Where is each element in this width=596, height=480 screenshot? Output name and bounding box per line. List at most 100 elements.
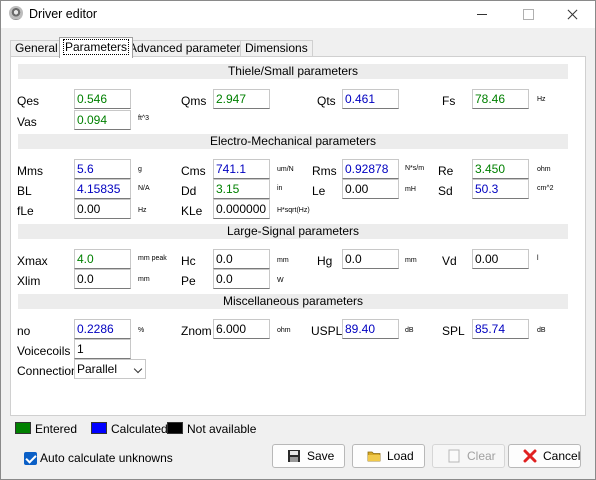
xmax-field[interactable]: 4.0 xyxy=(74,249,131,269)
auto-calculate-checkbox[interactable] xyxy=(24,452,37,465)
label-vd: Vd xyxy=(442,254,457,268)
tab-label: Dimensions xyxy=(245,41,308,55)
close-button[interactable] xyxy=(550,1,596,28)
save-button[interactable]: Save xyxy=(272,444,345,468)
label-pe: Pe xyxy=(181,274,196,288)
tab-advanced-parameters[interactable]: Advanced parameters xyxy=(124,40,252,57)
legend-na-label: Not available xyxy=(187,422,257,436)
unit-vas: ft^3 xyxy=(138,115,150,122)
unit-kle: H*sqrt(Hz) xyxy=(277,207,310,214)
clear-button[interactable]: Clear xyxy=(432,444,505,468)
section-miscellaneous: Miscellaneous parameters xyxy=(18,294,568,309)
title-bar: Driver editor xyxy=(1,1,595,28)
uspl-field[interactable]: 89.40 xyxy=(342,319,399,339)
red-x-icon xyxy=(523,449,537,463)
qts-field[interactable]: 0.461 xyxy=(342,89,399,109)
unit-re: ohm xyxy=(537,166,551,173)
unit-mms: g xyxy=(138,166,142,173)
sd-field[interactable]: 50.3 xyxy=(472,179,529,199)
label-fle: fLe xyxy=(17,204,34,218)
maximize-button[interactable] xyxy=(505,1,551,28)
section-thiele-small: Thiele/Small parameters xyxy=(18,64,568,79)
window-title: Driver editor xyxy=(29,7,98,21)
label-qts: Qts xyxy=(317,94,336,108)
unit-xmax: mm peak xyxy=(138,255,167,262)
voicecoils-field[interactable]: 1 xyxy=(74,339,131,359)
mms-field[interactable]: 5.6 xyxy=(74,159,131,179)
tab-label: Parameters xyxy=(62,39,130,55)
unit-bl: N/A xyxy=(138,185,150,192)
label-vas: Vas xyxy=(17,115,37,129)
legend-entered-swatch xyxy=(15,422,31,434)
label-voicecoils: Voicecoils xyxy=(17,344,71,358)
vas-field[interactable]: 0.094 xyxy=(74,110,131,130)
tab-label: Advanced parameters xyxy=(129,41,247,55)
unit-no: % xyxy=(138,327,145,334)
spl-field[interactable]: 85.74 xyxy=(472,319,529,339)
pe-field[interactable]: 0.0 xyxy=(213,269,270,289)
le-field[interactable]: 0.00 xyxy=(342,179,399,199)
folder-icon xyxy=(367,451,381,462)
label-mms: Mms xyxy=(17,164,43,178)
legend-calculated-label: Calculated xyxy=(111,422,168,436)
unit-vd: l xyxy=(537,255,539,262)
re-field[interactable]: 3.450 xyxy=(472,159,529,179)
label-bl: BL xyxy=(17,184,32,198)
cancel-button-label: Cancel xyxy=(543,449,581,463)
connection-value: Parallel xyxy=(77,362,118,376)
kle-field[interactable]: 0.000000 xyxy=(213,199,270,219)
tab-dimensions[interactable]: Dimensions xyxy=(240,40,313,57)
qms-field[interactable]: 2.947 xyxy=(213,89,270,109)
minimize-button[interactable] xyxy=(459,1,505,28)
label-spl: SPL xyxy=(442,324,465,338)
label-qms: Qms xyxy=(181,94,207,108)
unit-spl: dB xyxy=(537,327,546,334)
hg-field[interactable]: 0.0 xyxy=(342,249,399,269)
hc-field[interactable]: 0.0 xyxy=(213,249,270,269)
tab-general[interactable]: General xyxy=(10,40,63,57)
unit-xlim: mm xyxy=(138,276,150,283)
label-qes: Qes xyxy=(17,94,40,108)
znom-field[interactable]: 6.000 xyxy=(213,319,270,339)
label-fs: Fs xyxy=(442,94,456,108)
label-re: Re xyxy=(438,164,454,178)
label-znom: Znom xyxy=(181,324,212,338)
fs-field[interactable]: 78.46 xyxy=(472,89,529,109)
label-cms: Cms xyxy=(181,164,206,178)
label-connection: Connection xyxy=(17,364,78,378)
connection-select[interactable]: Parallel xyxy=(74,359,146,379)
label-no: no xyxy=(17,324,31,338)
load-button[interactable]: Load xyxy=(352,444,425,468)
label-xmax: Xmax xyxy=(17,254,48,268)
label-dd: Dd xyxy=(181,184,197,198)
speaker-icon xyxy=(9,6,23,20)
no-field[interactable]: 0.2286 xyxy=(74,319,131,339)
chevron-down-icon xyxy=(133,364,143,374)
section-electro-mechanical: Electro-Mechanical parameters xyxy=(18,134,568,149)
unit-pe: W xyxy=(277,277,284,284)
cancel-button[interactable]: Cancel xyxy=(508,444,581,468)
load-button-label: Load xyxy=(387,449,414,463)
xlim-field[interactable]: 0.0 xyxy=(74,269,131,289)
auto-calculate-label[interactable]: Auto calculate unknowns xyxy=(40,451,173,465)
cms-field[interactable]: 741.1 xyxy=(213,159,270,179)
save-button-label: Save xyxy=(307,449,335,463)
floppy-disk-icon xyxy=(288,450,300,462)
unit-fle: Hz xyxy=(138,207,147,214)
parameters-panel: Thiele/Small parameters Qes 0.546 Qms 2.… xyxy=(10,56,586,416)
unit-hc: mm xyxy=(277,257,289,264)
unit-fs: Hz xyxy=(537,96,546,103)
clear-button-label: Clear xyxy=(467,449,496,463)
label-hg: Hg xyxy=(317,254,333,268)
blank-page-icon xyxy=(448,449,460,463)
driver-editor-window: Driver editor General Parameters Advance… xyxy=(0,0,596,480)
fle-field[interactable]: 0.00 xyxy=(74,199,131,219)
qes-field[interactable]: 0.546 xyxy=(74,89,131,109)
vd-field[interactable]: 0.00 xyxy=(472,249,529,269)
bl-field[interactable]: 4.15835 xyxy=(74,179,131,199)
dd-field[interactable]: 3.15 xyxy=(213,179,270,199)
tab-label: General xyxy=(15,41,58,55)
tab-parameters[interactable]: Parameters xyxy=(59,37,134,58)
rms-field[interactable]: 0.92878 xyxy=(342,159,399,179)
label-le: Le xyxy=(312,184,326,198)
